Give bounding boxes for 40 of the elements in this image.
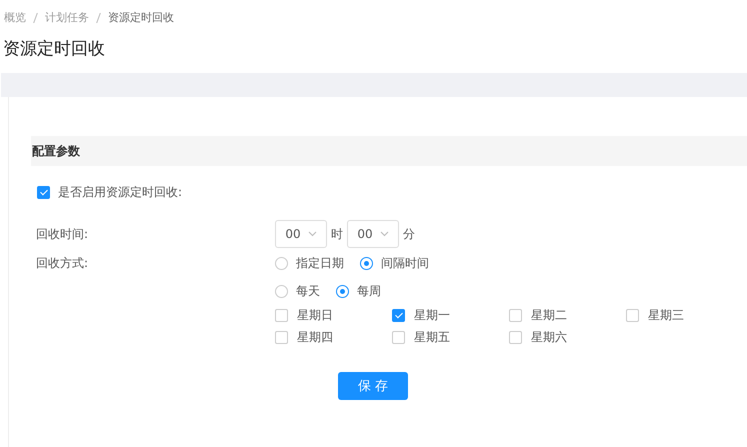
radio-label: 指定日期 [296,255,344,272]
chevron-down-icon [308,231,317,237]
checkbox-label: 星期三 [648,307,684,324]
unit-label: 分 [403,226,415,242]
breadcrumb-item[interactable]: 计划任务 [45,10,89,25]
checkbox-label: 星期五 [414,329,450,346]
field-label: 回收时间: [35,226,90,242]
radio-button[interactable] [360,257,373,270]
radio-label: 间隔时间 [381,255,429,272]
checkbox-label: 星期二 [531,307,567,324]
unit-label: 时 [331,226,343,242]
radio-button[interactable] [336,285,349,298]
checkbox[interactable] [392,309,405,322]
radio-button[interactable] [275,257,288,270]
checkbox-label: 星期六 [531,329,567,346]
minute-select[interactable]: 00 [347,220,399,248]
checkbox[interactable] [626,309,639,322]
checkbox[interactable] [275,309,288,322]
checkbox-label: 星期日 [297,307,333,324]
checkbox-label: 是否启用资源定时回收: [58,184,182,201]
breadcrumb-separator [96,12,101,22]
radio-label: 每周 [357,283,381,300]
radio-button[interactable] [275,285,288,298]
hour-select[interactable]: 00 [275,220,327,248]
chevron-down-icon [380,231,389,237]
radio-label: 每天 [296,283,320,300]
section-title: 配置参数 [32,142,80,160]
breadcrumb-item[interactable]: 概览 [4,10,26,25]
save-button[interactable]: 保 存 [338,372,408,400]
checkbox-label: 星期一 [414,307,450,324]
checkbox[interactable] [37,186,50,199]
checkbox-label: 星期四 [297,329,333,346]
checkbox[interactable] [509,331,522,344]
page-title: 资源定时回收 [2,38,106,61]
breadcrumb-item: 资源定时回收 [108,10,174,25]
checkbox[interactable] [392,331,405,344]
breadcrumb-separator [33,12,38,22]
checkbox[interactable] [275,331,288,344]
checkbox[interactable] [509,309,522,322]
field-label: 回收方式: [35,255,90,272]
